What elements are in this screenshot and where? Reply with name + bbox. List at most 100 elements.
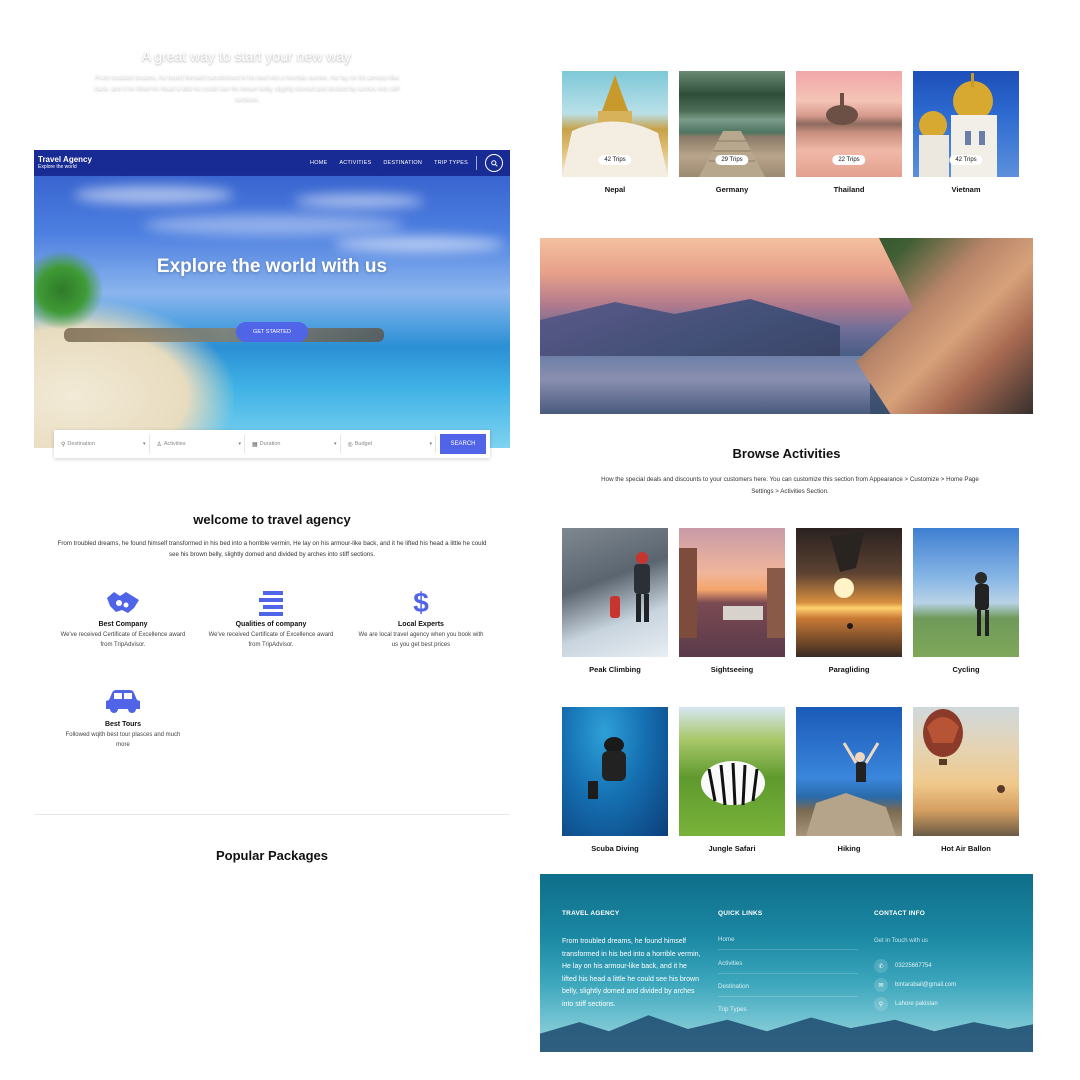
nav-trip-types[interactable]: TRIP TYPES <box>434 160 468 166</box>
footer-phone[interactable]: ✆ 03225667754 <box>874 959 932 973</box>
website-preview: Travel Agency Explore the world HOME ACT… <box>34 150 510 870</box>
footer-phone-text: 03225667754 <box>895 963 932 969</box>
welcome-text: From troubled dreams, he found himself t… <box>57 540 487 558</box>
search-submit-button[interactable]: SEARCH <box>440 434 486 454</box>
feature-desc: We've received Certificate of Excellence… <box>60 632 186 648</box>
popular-packages-title: Popular Packages <box>216 848 328 863</box>
trip-count-badge: 29 Trips <box>715 155 749 165</box>
activity-name: Hot Air Ballon <box>941 844 991 853</box>
feature-title: Local Experts <box>398 621 444 628</box>
trip-search-bar: ⚲ Destination ▾ ♙ Activities ▾ ▦ Duratio… <box>54 430 490 458</box>
feature-title: Qualities of company <box>235 621 307 628</box>
footer-contact-subtitle: Get in Touch with us <box>874 938 928 944</box>
budget-select-label: Budget <box>354 441 373 447</box>
duration-select[interactable]: ▦ Duration ▾ <box>249 435 341 453</box>
feature-desc: We are local travel agency when you book… <box>358 632 484 648</box>
activity-image <box>679 528 785 657</box>
destination-name: Nepal <box>604 185 626 194</box>
destination-image: 22 Trips <box>796 71 902 177</box>
activity-card[interactable]: Peak Climbing <box>562 528 668 674</box>
activity-card[interactable]: Hiking <box>796 707 902 853</box>
brand-logo[interactable]: Travel Agency Explore the world <box>38 156 92 170</box>
activity-card[interactable]: Hot Air Ballon <box>913 707 1019 853</box>
destination-image: 42 Trips <box>913 71 1019 177</box>
budget-select[interactable]: ◎ Budget ▾ <box>345 435 436 453</box>
activity-card[interactable]: Cycling <box>913 528 1019 674</box>
chevron-down-icon: ▾ <box>333 441 337 447</box>
footer-link-home[interactable]: Home <box>718 936 858 950</box>
car-icon <box>106 690 140 713</box>
promo-title: A great way to start your new way <box>141 48 352 64</box>
activity-name: Scuba Diving <box>591 844 639 853</box>
search-icon <box>490 159 498 167</box>
chevron-down-icon: ▾ <box>429 441 432 447</box>
get-started-button[interactable]: GET STARTED <box>236 322 308 342</box>
activities-select[interactable]: ♙ Activities ▾ <box>154 435 245 453</box>
activity-name: Peak Climbing <box>589 665 641 674</box>
feature-desc: We've received Certificate of Excellence… <box>208 632 334 648</box>
feature-best-company: Best Company We've received Certificate … <box>58 586 188 650</box>
nav-home[interactable]: HOME <box>310 160 327 166</box>
brand-title: Travel Agency <box>38 155 92 164</box>
svg-text:$: $ <box>413 587 429 617</box>
browse-activities-title: Browse Activities <box>732 446 841 461</box>
destination-card[interactable]: 42 Trips Nepal <box>562 71 668 194</box>
activity-image <box>562 707 668 836</box>
search-button[interactable] <box>485 154 503 172</box>
trip-count-badge: 22 Trips <box>832 155 866 165</box>
trip-count-badge: 42 Trips <box>949 155 983 165</box>
location-pin-icon: ⚲ <box>874 997 888 1011</box>
promo-banner <box>540 238 1033 414</box>
feature-best-tours: Best Tours Followed wqith best tour plas… <box>58 686 188 750</box>
destination-name: Thailand <box>833 185 865 194</box>
activity-card[interactable]: Sightseeing <box>679 528 785 674</box>
activity-name: Jungle Safari <box>708 844 756 853</box>
feature-qualities: Qualities of company We've received Cert… <box>206 586 336 650</box>
feature-desc: Followed wqith best tour plasces and muc… <box>65 732 181 748</box>
footer-link-trip-types[interactable]: Trip Types <box>718 1006 858 1019</box>
destination-select-label: Destination <box>67 441 95 447</box>
destination-image: 42 Trips <box>562 71 668 177</box>
coin-icon: ◎ <box>347 441 353 448</box>
promo-text: From troubled dreams, he found himself t… <box>94 74 400 103</box>
activity-card[interactable]: Scuba Diving <box>562 707 668 853</box>
footer-address-text: Lahore pakistan <box>895 1001 938 1007</box>
list-icon <box>259 591 283 616</box>
activity-card[interactable]: Paragliding <box>796 528 902 674</box>
activity-name: Cycling <box>952 665 980 674</box>
hero-banner <box>34 150 510 448</box>
welcome-title: welcome to travel agency <box>193 512 351 527</box>
footer-address: ⚲ Lahore pakistan <box>874 997 938 1011</box>
destination-image: 29 Trips <box>679 71 785 177</box>
nav-destination[interactable]: DESTINATION <box>383 160 422 166</box>
dollar-icon: $ <box>413 587 429 617</box>
activity-name: Hiking <box>837 844 861 853</box>
browse-activities-text: How the special deals and discounts to y… <box>601 476 979 495</box>
top-navbar: Travel Agency Explore the world HOME ACT… <box>34 150 510 176</box>
footer-email[interactable]: ✉ bintarabail@gmail.com <box>874 978 956 992</box>
calendar-icon: ▦ <box>252 441 258 448</box>
footer-link-activities[interactable]: Activities <box>718 960 858 974</box>
footer-about-heading: TRAVEL AGENCY <box>562 910 620 917</box>
duration-select-label: Duration <box>259 441 281 447</box>
destination-name: Germany <box>715 185 749 194</box>
destination-select[interactable]: ⚲ Destination ▾ <box>58 435 150 453</box>
trip-count-badge: 42 Trips <box>598 155 632 165</box>
activity-name: Paragliding <box>828 665 870 674</box>
activity-image <box>796 528 902 657</box>
feature-title: Best Company <box>98 621 148 628</box>
destination-card[interactable]: 42 Trips Vietnam <box>913 71 1019 194</box>
activity-card[interactable]: Jungle Safari <box>679 707 785 853</box>
activities-select-label: Activities <box>163 441 186 447</box>
phone-icon: ✆ <box>874 959 888 973</box>
brand-subtitle: Explore the world <box>38 164 77 170</box>
destination-card[interactable]: 29 Trips Germany <box>679 71 785 194</box>
nav-activities[interactable]: ACTIVITIES <box>339 160 371 166</box>
footer-links-heading: QUICK LINKS <box>718 910 763 917</box>
activity-image <box>562 528 668 657</box>
destination-card[interactable]: 22 Trips Thailand <box>796 71 902 194</box>
footer-link-destination[interactable]: Destination <box>718 983 858 997</box>
handshake-icon <box>107 592 139 613</box>
activity-image <box>913 528 1019 657</box>
chevron-down-icon: ▾ <box>238 441 241 447</box>
